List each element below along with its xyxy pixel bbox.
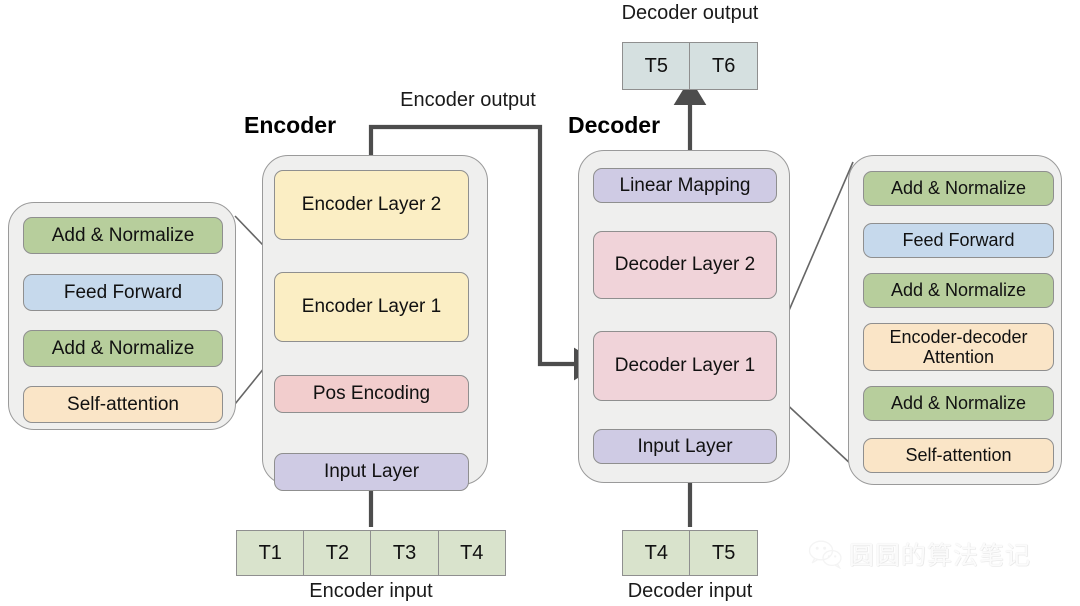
detail-block-feed-forward: Feed Forward bbox=[863, 223, 1054, 258]
detail-block-encoder-decoder-attention: Encoder-decoder Attention bbox=[863, 323, 1054, 371]
detail-block-self-attention: Self-attention bbox=[23, 386, 223, 423]
encoder-output-label: Encoder output bbox=[400, 89, 536, 111]
token-cell: T1 bbox=[236, 530, 305, 576]
detail-block-add-normalize-3: Add & Normalize bbox=[863, 171, 1054, 206]
decoder-stack-panel: Linear Mapping Decoder Layer 2 Decoder L… bbox=[578, 150, 790, 483]
token-cell: T5 bbox=[622, 42, 691, 90]
encoder-stack-panel: Encoder Layer 2 Encoder Layer 1 Pos Enco… bbox=[262, 155, 488, 491]
encoder-title: Encoder bbox=[244, 112, 337, 138]
encoder-layer-detail-panel: Add & Normalize Feed Forward Add & Norma… bbox=[8, 202, 236, 430]
detail-block-add-normalize-1: Add & Normalize bbox=[863, 386, 1054, 421]
detail-block-self-attention: Self-attention bbox=[863, 438, 1054, 473]
decoder-layer-detail-panel: Add & Normalize Feed Forward Add & Norma… bbox=[848, 155, 1062, 485]
encoder-input-layer-block: Input Layer bbox=[274, 453, 469, 491]
token-cell: T4 bbox=[622, 530, 691, 576]
decoder-layer-2-block: Decoder Layer 2 bbox=[593, 231, 777, 299]
token-cell: T6 bbox=[689, 42, 759, 90]
watermark: 圆圆的算法笔记 bbox=[808, 536, 1031, 572]
token-cell: T5 bbox=[689, 530, 759, 576]
decoder-layer-1-block: Decoder Layer 1 bbox=[593, 331, 777, 401]
detail-block-add-normalize-2: Add & Normalize bbox=[23, 217, 223, 254]
encoder-layer-1-block: Encoder Layer 1 bbox=[274, 272, 469, 342]
token-cell: T2 bbox=[303, 530, 372, 576]
detail-block-feed-forward: Feed Forward bbox=[23, 274, 223, 311]
detail-block-add-normalize-2: Add & Normalize bbox=[863, 273, 1054, 308]
encoder-pos-encoding-block: Pos Encoding bbox=[274, 375, 469, 413]
decoder-linear-mapping-block: Linear Mapping bbox=[593, 168, 777, 203]
watermark-text: 圆圆的算法笔记 bbox=[849, 542, 1032, 570]
decoder-input-token-row: T4 T5 bbox=[622, 530, 759, 576]
encoder-input-label: Encoder input bbox=[309, 580, 433, 602]
decoder-input-layer-block: Input Layer bbox=[593, 429, 777, 464]
decoder-detail-leader-lines bbox=[780, 161, 854, 467]
token-cell: T4 bbox=[437, 530, 506, 576]
decoder-input-label: Decoder input bbox=[627, 580, 753, 602]
encoder-input-token-row: T1 T2 T3 T4 bbox=[236, 530, 506, 576]
decoder-title: Decoder bbox=[568, 112, 661, 138]
encoder-layer-2-block: Encoder Layer 2 bbox=[274, 170, 469, 240]
transformer-architecture-diagram: Decoder output Encoder output Encoder De… bbox=[0, 0, 1080, 606]
detail-block-add-normalize-1: Add & Normalize bbox=[23, 330, 223, 367]
wechat-icon bbox=[808, 540, 842, 569]
decoder-output-label: Decoder output bbox=[621, 2, 759, 24]
decoder-output-token-row: T5 T6 bbox=[622, 42, 759, 90]
token-cell: T3 bbox=[370, 530, 439, 576]
